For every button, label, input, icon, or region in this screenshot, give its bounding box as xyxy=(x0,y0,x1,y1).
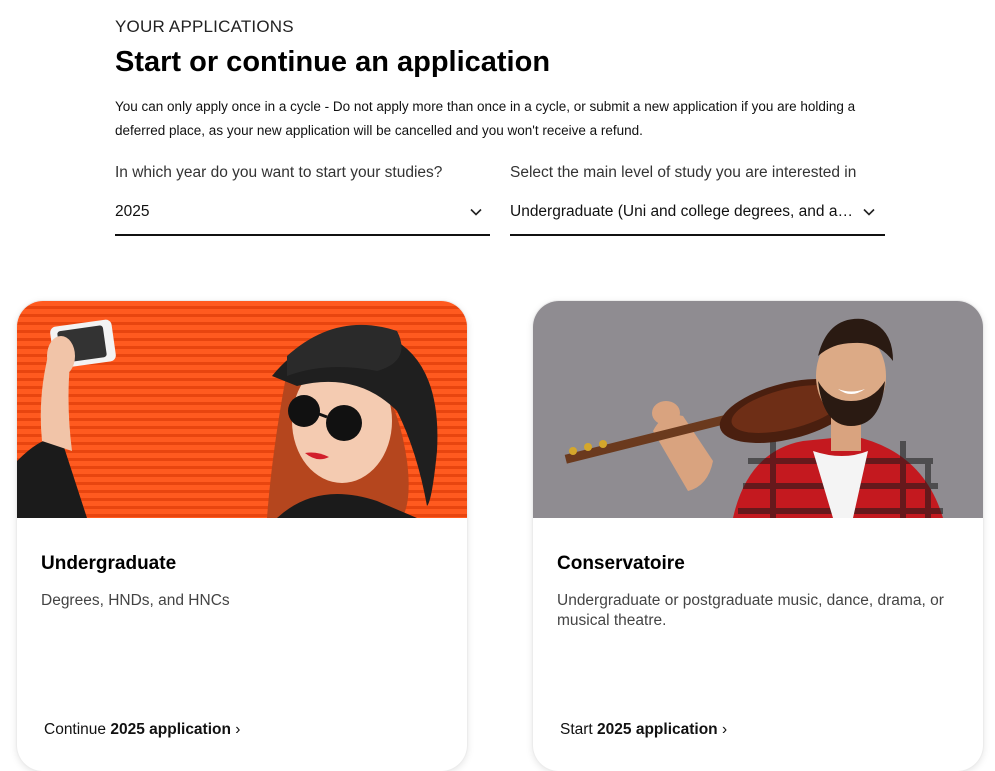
chevron-right-icon: › xyxy=(721,721,728,738)
undergraduate-card[interactable]: Undergraduate Degrees, HNDs, and HNCs Co… xyxy=(17,301,467,771)
link-bold: 2025 application xyxy=(597,721,718,738)
card-description: Undergraduate or postgraduate music, dan… xyxy=(557,592,944,629)
chevron-down-icon xyxy=(470,206,482,218)
section-eyebrow: YOUR APPLICATIONS xyxy=(115,17,294,36)
year-field-label: In which year do you want to start your … xyxy=(115,164,443,181)
link-prefix: Start xyxy=(560,721,593,738)
undergraduate-card-image xyxy=(17,301,467,518)
level-field: Select the main level of study you are i… xyxy=(510,160,885,236)
chevron-right-icon: › xyxy=(235,721,241,738)
card-title: Undergraduate xyxy=(41,553,177,574)
continue-application-link[interactable]: Continue 2025 application › xyxy=(44,721,240,739)
chevron-down-icon xyxy=(863,206,875,218)
level-field-label: Select the main level of study you are i… xyxy=(510,164,857,181)
year-select[interactable]: 2025 xyxy=(115,198,490,236)
card-title: Conservatoire xyxy=(557,553,685,574)
card-description: Degrees, HNDs, and HNCs xyxy=(41,592,230,609)
year-field: In which year do you want to start your … xyxy=(115,160,490,236)
link-bold: 2025 application xyxy=(110,721,231,738)
intro-text: You can only apply once in a cycle - Do … xyxy=(115,99,856,138)
level-select-value: Undergraduate (Uni and college degrees, … xyxy=(510,203,855,220)
level-select[interactable]: Undergraduate (Uni and college degrees, … xyxy=(510,198,885,236)
conservatoire-card-image xyxy=(533,301,983,518)
page-title: Start or continue an application xyxy=(115,46,551,78)
conservatoire-card[interactable]: Conservatoire Undergraduate or postgradu… xyxy=(533,301,983,771)
link-prefix: Continue xyxy=(44,721,107,738)
year-select-value: 2025 xyxy=(115,203,150,220)
start-application-link[interactable]: Start 2025 application › xyxy=(560,721,727,739)
